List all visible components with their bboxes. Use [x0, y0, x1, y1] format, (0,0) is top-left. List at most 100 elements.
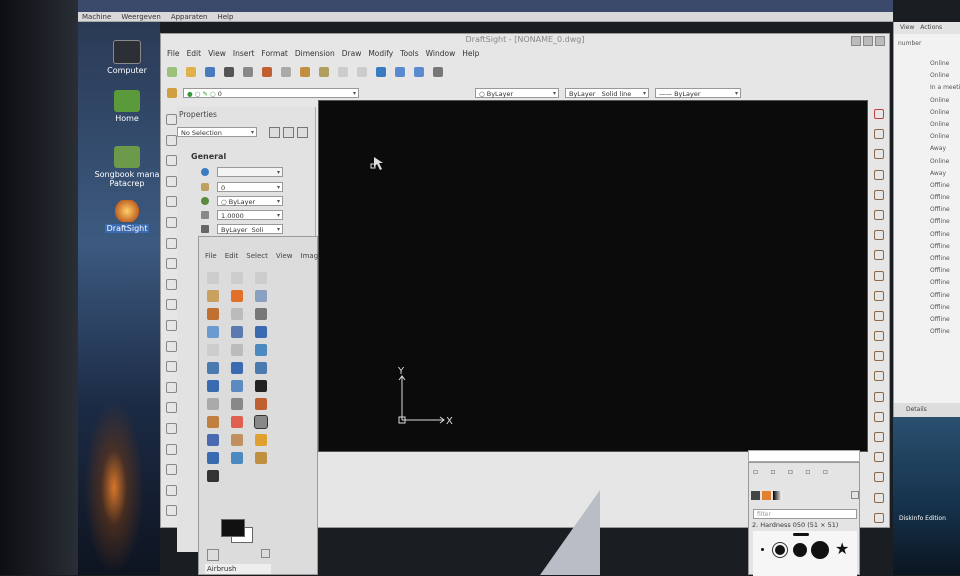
fillet-icon[interactable] — [874, 391, 884, 402]
quick-select-icon[interactable] — [269, 127, 280, 138]
ink-icon[interactable] — [207, 434, 219, 446]
menu-format[interactable]: Format — [261, 49, 287, 58]
pan-icon[interactable] — [376, 67, 386, 77]
menu-window[interactable]: Window — [426, 49, 456, 58]
dock-button-icon[interactable]: ▫ — [770, 467, 775, 476]
donut-icon[interactable] — [166, 484, 177, 496]
color-picker-icon[interactable] — [874, 472, 884, 483]
gradients-tab-icon[interactable] — [773, 491, 782, 500]
print-icon[interactable] — [224, 67, 234, 77]
select-by-color-icon[interactable] — [231, 290, 243, 302]
brushes-tab-icon[interactable] — [751, 491, 760, 500]
layer-combo[interactable]: ● ○ ✎ ○ 0 — [183, 88, 359, 99]
free-select-icon[interactable] — [255, 272, 267, 284]
shear-icon[interactable] — [231, 362, 243, 374]
blur-icon[interactable] — [231, 452, 243, 464]
pencil-icon[interactable] — [255, 398, 267, 410]
brush-swatch[interactable] — [761, 548, 764, 551]
brush-swatch[interactable] — [793, 543, 807, 557]
erase-tool-icon[interactable] — [874, 109, 884, 119]
contact-status[interactable]: Offline — [894, 277, 960, 289]
desktop-icon-computer[interactable]: Computer — [92, 40, 162, 75]
contact-status[interactable]: Offline — [894, 192, 960, 204]
eraser-icon[interactable] — [231, 416, 243, 428]
rotate-icon[interactable] — [874, 250, 884, 261]
linetype-combo[interactable]: ByLayer Solid line — [565, 88, 649, 99]
property-scale-field[interactable]: 1.0000 — [217, 210, 283, 221]
contact-status[interactable]: Online — [894, 58, 960, 70]
desktop-icon-diskinfo[interactable]: DiskInfo Edition — [899, 515, 949, 522]
zoom-tool-icon[interactable] — [207, 326, 219, 338]
maximize-icon[interactable] — [863, 36, 873, 46]
minimize-icon[interactable] — [851, 36, 861, 46]
patterns-tab-icon[interactable] — [762, 491, 771, 500]
airbrush-icon[interactable] — [254, 415, 268, 429]
scale-tool-icon[interactable] — [874, 270, 884, 281]
extend-icon[interactable] — [874, 331, 884, 342]
host-menu-view[interactable]: Weergeven — [121, 12, 161, 21]
dodge-burn-icon[interactable] — [207, 470, 219, 482]
paintbrush-icon[interactable] — [207, 416, 219, 428]
bomb-icon[interactable] — [874, 512, 884, 523]
lamp-icon[interactable] — [874, 452, 884, 463]
point-icon[interactable] — [166, 237, 177, 249]
pattern-icon[interactable] — [874, 189, 884, 200]
line-icon[interactable] — [166, 114, 177, 125]
paths-icon[interactable] — [231, 308, 243, 320]
brush-swatch[interactable] — [793, 533, 809, 536]
tool-options-icon[interactable] — [207, 549, 219, 561]
rectangle-icon[interactable] — [166, 175, 177, 187]
polygon-icon[interactable] — [166, 505, 177, 517]
desktop-icon-draftsight[interactable]: DraftSight — [92, 200, 162, 233]
new-icon[interactable] — [167, 67, 177, 77]
brush-swatch[interactable] — [811, 541, 829, 559]
color-picker-tool-icon[interactable] — [255, 308, 267, 320]
foreground-color-swatch[interactable] — [221, 519, 245, 537]
star-brush-icon[interactable]: ★ — [835, 541, 851, 557]
contact-status[interactable]: Online — [894, 70, 960, 82]
contact-status[interactable]: Away — [894, 143, 960, 155]
brush-grid[interactable]: ★ — [753, 531, 857, 576]
details-button[interactable]: Details — [894, 403, 960, 417]
measure-icon[interactable] — [231, 326, 243, 338]
table-icon[interactable] — [166, 381, 177, 393]
selection-combo[interactable]: No Selection — [177, 127, 257, 138]
copy-tool-icon[interactable] — [874, 129, 884, 140]
match-properties-icon[interactable] — [319, 67, 329, 77]
revision-cloud-icon[interactable] — [166, 422, 177, 434]
ellipse-icon[interactable] — [166, 258, 177, 270]
contact-menu-actions[interactable]: Actions — [920, 22, 942, 34]
text-gimp-icon[interactable] — [255, 380, 267, 392]
blend-icon[interactable] — [231, 398, 243, 410]
wipeout-icon[interactable] — [166, 464, 177, 476]
desktop-icon-songbook[interactable]: Songbook mana Patacrep — [88, 146, 166, 188]
perspective-icon[interactable] — [255, 362, 267, 374]
flip-icon[interactable] — [207, 380, 219, 392]
explode-icon[interactable] — [874, 411, 884, 422]
bucket-fill-icon[interactable] — [207, 398, 219, 410]
spline-icon[interactable] — [166, 216, 177, 228]
lineweight-combo[interactable]: —— ByLayer — [655, 88, 741, 99]
color-combo[interactable]: ○ ByLayer — [475, 88, 559, 99]
dock-tab-strip[interactable] — [748, 450, 860, 462]
rect-select-icon[interactable] — [207, 272, 219, 284]
menu-tools[interactable]: Tools — [400, 49, 418, 58]
restore-defaults-icon[interactable] — [261, 549, 270, 558]
contact-menu-view[interactable]: View — [900, 22, 914, 34]
array-icon[interactable] — [874, 209, 884, 220]
dock-button-icon[interactable]: ▫ — [753, 467, 758, 476]
menu-dimension[interactable]: Dimension — [295, 49, 335, 58]
brush-filter-input[interactable]: filter — [753, 509, 857, 519]
dock-close-icon[interactable] — [851, 491, 859, 499]
contact-status[interactable]: Offline — [894, 204, 960, 216]
toggle-pickadd-icon[interactable] — [297, 127, 308, 138]
property-layer-field[interactable]: 0 — [217, 182, 283, 193]
menu-modify[interactable]: Modify — [368, 49, 393, 58]
region-icon[interactable] — [166, 402, 177, 414]
clone-icon[interactable] — [231, 434, 243, 446]
ellipse-select-icon[interactable] — [231, 272, 243, 284]
erase-icon[interactable] — [166, 299, 177, 311]
align-icon[interactable] — [207, 344, 219, 356]
insert-block-icon[interactable] — [166, 361, 177, 373]
copy-icon[interactable] — [281, 67, 291, 77]
